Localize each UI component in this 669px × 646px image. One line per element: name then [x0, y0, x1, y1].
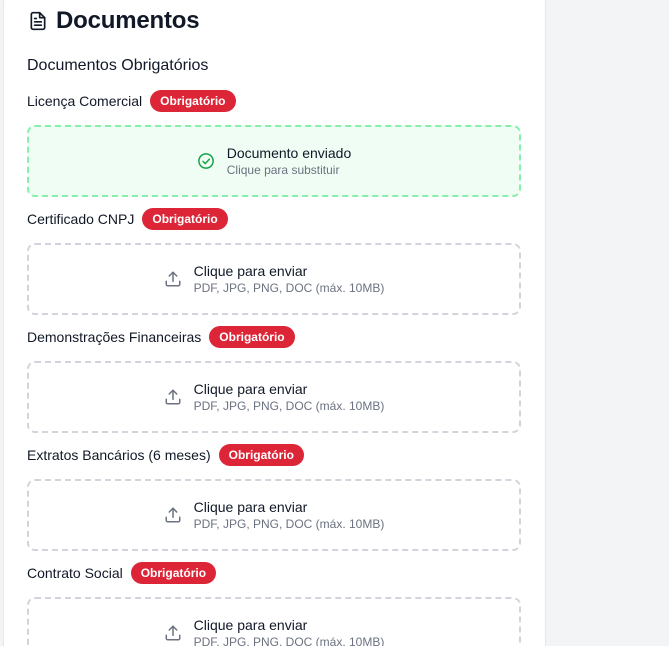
document-label: Contrato Social [27, 565, 123, 581]
section-title: Documentos Obrigatórios [27, 57, 209, 74]
upload-icon [165, 271, 181, 287]
upload-zone[interactable]: Clique para enviar PDF, JPG, PNG, DOC (m… [27, 243, 521, 315]
document-label: Certificado CNPJ [27, 211, 135, 227]
check-circle-icon [197, 153, 214, 169]
document-label-row: Contrato Social Obrigatório [27, 562, 521, 584]
upload-formats-text: PDF, JPG, PNG, DOC (máx. 10MB) [193, 399, 385, 413]
document-icon [30, 11, 46, 31]
upload-zone-text: Clique para enviar PDF, JPG, PNG, DOC (m… [194, 498, 385, 532]
upload-hint-text: Clique para substituir [226, 163, 340, 177]
upload-zone[interactable]: Clique para enviar PDF, JPG, PNG, DOC (m… [27, 479, 521, 551]
upload-formats-text: PDF, JPG, PNG, DOC (máx. 10MB) [193, 517, 385, 531]
document-item-licenca-comercial: Licença Comercial Obrigatório Documento … [27, 90, 521, 197]
document-item-contrato-social: Contrato Social Obrigatório Clique para … [27, 562, 521, 646]
upload-icon [165, 625, 181, 641]
required-badge: Obrigatório [209, 326, 295, 348]
upload-zone[interactable]: Clique para enviar PDF, JPG, PNG, DOC (m… [27, 361, 521, 433]
document-item-certificado-cnpj: Certificado CNPJ Obrigatório Clique para… [27, 208, 521, 315]
upload-zone-uploaded[interactable]: Documento enviado Clique para substituir [27, 125, 521, 197]
upload-formats-text: PDF, JPG, PNG, DOC (máx. 10MB) [193, 281, 385, 295]
document-label: Demonstrações Financeiras [27, 329, 202, 345]
document-item-demonstracoes-financeiras: Demonstrações Financeiras Obrigatório Cl… [27, 326, 521, 433]
upload-icon [165, 507, 181, 523]
document-item-extratos-bancarios: Extratos Bancários (6 meses) Obrigatório… [27, 444, 521, 551]
upload-cta-text: Clique para enviar [193, 381, 308, 397]
document-label-row: Extratos Bancários (6 meses) Obrigatório [27, 444, 521, 466]
upload-cta-text: Clique para enviar [193, 499, 308, 515]
upload-zone-text: Clique para enviar PDF, JPG, PNG, DOC (m… [194, 616, 385, 646]
upload-zone[interactable]: Clique para enviar PDF, JPG, PNG, DOC (m… [27, 597, 521, 646]
document-label: Extratos Bancários (6 meses) [27, 447, 211, 463]
required-badge: Obrigatório [130, 562, 217, 584]
upload-zone-text: Clique para enviar PDF, JPG, PNG, DOC (m… [194, 380, 385, 414]
upload-formats-text: PDF, JPG, PNG, DOC (máx. 10MB) [193, 635, 385, 646]
upload-zone-text: Clique para enviar PDF, JPG, PNG, DOC (m… [194, 262, 385, 296]
upload-status-text: Documento enviado [226, 145, 352, 161]
document-label-row: Licença Comercial Obrigatório [27, 90, 521, 112]
document-label-row: Demonstrações Financeiras Obrigatório [27, 326, 521, 348]
required-badge: Obrigatório [150, 90, 236, 112]
upload-icon [165, 389, 181, 405]
required-badge: Obrigatório [142, 208, 228, 230]
page-title: Documentos [56, 7, 200, 34]
required-badge: Obrigatório [218, 444, 304, 466]
upload-zone-text: Documento enviado Clique para substituir [227, 144, 352, 178]
page-header: Documentos [28, 7, 200, 35]
upload-cta-text: Clique para enviar [193, 617, 308, 633]
upload-cta-text: Clique para enviar [193, 263, 308, 279]
document-label: Licença Comercial [27, 93, 143, 109]
document-label-row: Certificado CNPJ Obrigatório [27, 208, 521, 230]
